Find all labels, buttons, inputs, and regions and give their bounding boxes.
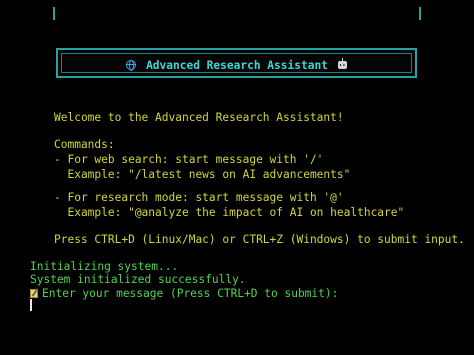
welcome-line: Welcome to the Advanced Research Assista… xyxy=(54,111,344,124)
globe-icon xyxy=(126,60,137,71)
terminal-window[interactable]: Advanced Research Assistant Welcome to t… xyxy=(0,0,474,355)
submit-hint: Press CTRL+D (Linux/Mac) or CTRL+Z (Wind… xyxy=(54,233,465,246)
message-prompt: Enter your message (Press CTRL+D to subm… xyxy=(30,286,338,302)
banner-box: Advanced Research Assistant xyxy=(56,48,417,78)
web-search-command: - For web search: start message with '/' xyxy=(54,153,324,166)
research-mode-example: Example: "@analyze the impact of AI on h… xyxy=(54,206,405,219)
commands-heading: Commands: xyxy=(54,138,115,151)
banner-right-edge xyxy=(419,7,421,20)
message-prompt-text: Enter your message (Press CTRL+D to subm… xyxy=(42,287,339,300)
memo-icon xyxy=(30,289,38,298)
banner-left-edge xyxy=(53,7,55,20)
robot-icon xyxy=(337,58,347,69)
banner-title: Advanced Research Assistant xyxy=(146,59,328,72)
research-mode-command: - For research mode: start message with … xyxy=(54,191,344,204)
banner-title-row: Advanced Research Assistant xyxy=(58,58,415,74)
text-cursor[interactable] xyxy=(30,299,32,311)
web-search-example: Example: "/latest news on AI advancement… xyxy=(54,168,351,181)
